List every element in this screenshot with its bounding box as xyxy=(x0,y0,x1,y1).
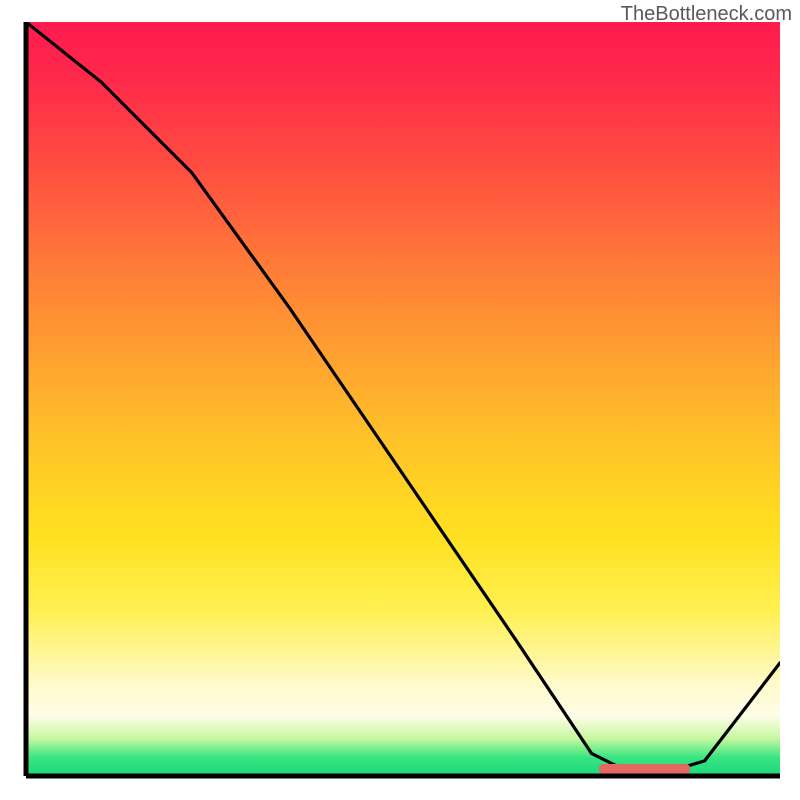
chart-gradient-background xyxy=(26,22,780,776)
chart-container xyxy=(22,22,780,780)
optimal-range-marker xyxy=(599,764,689,774)
